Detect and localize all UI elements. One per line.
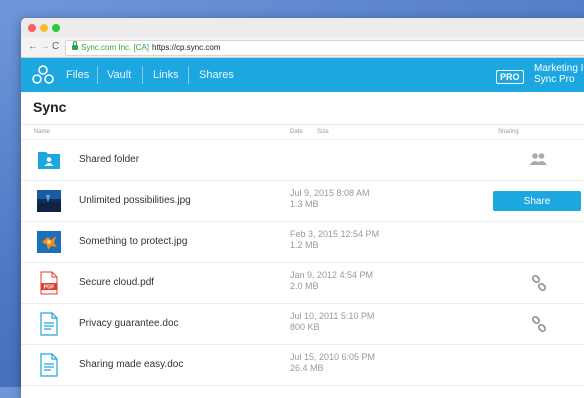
file-date: Feb 3, 2015 12:54 PM xyxy=(290,229,380,239)
file-size: 1.3 MB xyxy=(290,199,319,209)
nav-files[interactable]: Files xyxy=(66,58,89,92)
file-name[interactable]: Something to protect.jpg xyxy=(79,236,187,247)
pdf-label: PDF xyxy=(44,285,56,291)
file-size: 800 KB xyxy=(290,322,320,332)
browser-window: ← → C Sync.com Inc. [CA] https://cp.sync.… xyxy=(21,18,584,398)
nav-divider xyxy=(142,66,143,84)
file-size: 26.4 MB xyxy=(290,363,324,373)
share-button[interactable]: Share xyxy=(493,191,581,211)
file-meta: Jan 9, 2012 4:54 PM 2.0 MB xyxy=(290,270,373,292)
image-thumbnail-icon xyxy=(37,231,61,253)
column-header-sharing: Sharing xyxy=(498,129,519,135)
reload-icon[interactable]: C xyxy=(52,41,59,53)
image-thumbnail-icon xyxy=(37,190,61,212)
file-meta: Jul 9, 2015 8:08 AM 1.3 MB xyxy=(290,188,370,210)
forward-arrow-icon[interactable]: → xyxy=(40,41,50,53)
sync-logo-icon[interactable] xyxy=(32,65,54,85)
file-size: 2.0 MB xyxy=(290,281,319,291)
file-row[interactable]: Sharing made easy.doc Jul 15, 2010 6:05 … xyxy=(21,345,584,386)
file-row[interactable]: PDF Secure cloud.pdf Jan 9, 2012 4:54 PM… xyxy=(21,263,584,304)
address-bar-row: ← → C Sync.com Inc. [CA] https://cp.sync.… xyxy=(21,38,584,58)
file-row[interactable]: Shared folder xyxy=(21,140,584,181)
column-headers: Name Date Size Sharing xyxy=(21,125,584,140)
pro-badge: PRO xyxy=(496,70,524,84)
page-title: Sync xyxy=(33,99,67,115)
file-meta: Feb 3, 2015 12:54 PM 1.2 MB xyxy=(290,229,379,251)
file-row[interactable]: Privacy guarantee.doc Jul 10, 2011 5:10 … xyxy=(21,304,584,345)
file-row[interactable]: Something to protect.jpg Feb 3, 2015 12:… xyxy=(21,222,584,263)
file-name[interactable]: Secure cloud.pdf xyxy=(79,277,154,288)
nav-divider xyxy=(97,66,98,84)
file-date: Jul 15, 2010 6:05 PM xyxy=(290,352,376,362)
nav-links[interactable]: Links xyxy=(153,58,179,92)
file-date: Jul 10, 2011 5:10 PM xyxy=(290,311,375,321)
file-date: Jul 9, 2015 8:08 AM xyxy=(290,188,370,198)
account-plan: Sync Pro xyxy=(534,74,575,85)
account-name: Marketing I xyxy=(534,63,584,74)
column-header-name[interactable]: Name xyxy=(34,129,50,135)
minimize-window-button[interactable] xyxy=(40,24,48,32)
url-text: https://cp.sync.com xyxy=(152,43,221,52)
lock-icon xyxy=(72,41,78,50)
file-meta: Jul 15, 2010 6:05 PM 26.4 MB xyxy=(290,352,375,374)
account-menu[interactable]: Marketing I Sync Pro xyxy=(534,63,583,85)
secure-origin-label: Sync.com Inc. [CA] xyxy=(81,43,150,52)
title-bar xyxy=(21,18,584,38)
doc-file-icon xyxy=(40,353,58,377)
app-navigation-bar: Files Vault Links Shares PRO Marketing I… xyxy=(21,58,584,92)
nav-divider xyxy=(188,66,189,84)
nav-vault[interactable]: Vault xyxy=(107,58,131,92)
back-arrow-icon[interactable]: ← xyxy=(28,41,38,53)
file-name[interactable]: Shared folder xyxy=(79,154,139,165)
link-icon[interactable] xyxy=(531,316,547,332)
people-icon[interactable] xyxy=(529,152,547,166)
doc-file-icon xyxy=(40,312,58,336)
file-row[interactable]: Unlimited possibilities.jpg Jul 9, 2015 … xyxy=(21,181,584,222)
file-name[interactable]: Sharing made easy.doc xyxy=(79,359,183,370)
pdf-file-icon: PDF xyxy=(40,271,58,295)
page-header: Sync xyxy=(21,92,584,125)
maximize-window-button[interactable] xyxy=(52,24,60,32)
file-name[interactable]: Privacy guarantee.doc xyxy=(79,318,179,329)
folder-shared-icon xyxy=(38,152,60,169)
file-date: Jan 9, 2012 4:54 PM xyxy=(290,270,374,280)
file-size: 1.2 MB xyxy=(290,240,319,250)
close-window-button[interactable] xyxy=(28,24,36,32)
nav-shares[interactable]: Shares xyxy=(199,58,234,92)
file-meta: Jul 10, 2011 5:10 PM 800 KB xyxy=(290,311,374,333)
column-header-date[interactable]: Date xyxy=(290,129,303,135)
column-header-size[interactable]: Size xyxy=(317,129,329,135)
file-name[interactable]: Unlimited possibilities.jpg xyxy=(79,195,191,206)
link-icon[interactable] xyxy=(531,275,547,291)
url-field[interactable]: Sync.com Inc. [CA] https://cp.sync.com xyxy=(65,40,584,56)
